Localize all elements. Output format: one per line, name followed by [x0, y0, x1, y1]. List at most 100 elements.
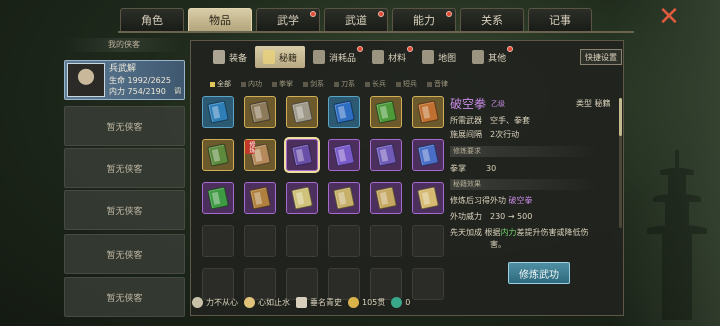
tab-5[interactable]: 关系: [460, 8, 524, 31]
item-slot[interactable]: [286, 182, 318, 214]
item-slot[interactable]: [328, 139, 360, 171]
effect-learn: 修炼后习得外功 破空拳: [450, 196, 533, 205]
subtab-1[interactable]: 秘籍: [255, 46, 306, 68]
subtab-3[interactable]: 材料: [364, 46, 414, 68]
item-slot[interactable]: [244, 96, 276, 128]
arm-icon: [192, 296, 203, 308]
subtab-0[interactable]: 装备: [205, 46, 255, 68]
tab-label: 武学: [277, 14, 299, 27]
empty-slot[interactable]: [202, 225, 234, 257]
sword-icon: [213, 50, 225, 64]
subtab-2[interactable]: 消耗品: [305, 46, 364, 68]
map-icon: [422, 50, 435, 64]
effects-header: 秘籍效果: [450, 179, 600, 190]
filter-6[interactable]: 短兵: [391, 78, 422, 90]
effect-power: 外功威力 230 → 500: [450, 212, 533, 221]
hero-list-header: 我的侠客: [64, 38, 184, 52]
book-icon: [417, 186, 439, 210]
tab-1[interactable]: 物品: [188, 8, 252, 31]
item-slot[interactable]: [370, 96, 402, 128]
hero-slot-active[interactable]: 兵武解 生命 1992/2625 内力 754/2190 调: [64, 60, 185, 100]
item-slot[interactable]: [328, 96, 360, 128]
hero-avatar: [67, 63, 105, 97]
item-slot[interactable]: [412, 96, 444, 128]
tab-label: 关系: [481, 14, 503, 27]
quick-settings-button[interactable]: 快捷设置: [580, 49, 622, 65]
train-skill-button[interactable]: 修炼武功: [508, 262, 570, 284]
money: 105贯: [348, 296, 385, 308]
book-icon: [207, 100, 229, 124]
hero-slot-empty[interactable]: 暂无侠客: [64, 277, 185, 317]
item-slot[interactable]: [202, 96, 234, 128]
filter-0[interactable]: 全部: [205, 78, 236, 90]
subtab-5[interactable]: 其他: [464, 46, 514, 68]
item-slot[interactable]: [244, 182, 276, 214]
filter-label: 全部: [217, 80, 231, 88]
potion-icon: [313, 50, 326, 64]
filter-7[interactable]: 音律: [422, 78, 453, 90]
item-slot[interactable]: [328, 182, 360, 214]
close-icon[interactable]: ✕: [656, 4, 682, 30]
notification-dot: [507, 46, 514, 52]
empty-slot[interactable]: [370, 225, 402, 257]
filter-3[interactable]: 剑系: [298, 78, 329, 90]
item-grade: 乙级: [491, 100, 505, 108]
book-icon: [417, 143, 439, 167]
filter-checkbox: [303, 81, 308, 87]
hero-slot-empty[interactable]: 暂无侠客: [64, 106, 185, 146]
notification-dot: [407, 46, 414, 52]
training-tag: 修炼: [245, 140, 255, 154]
coin-icon: [348, 296, 359, 308]
empty-slot[interactable]: [244, 225, 276, 257]
item-slot[interactable]: [286, 96, 318, 128]
other-icon: [472, 50, 485, 64]
subtab-4[interactable]: 地图: [414, 46, 464, 68]
filter-5[interactable]: 长兵: [360, 78, 391, 90]
notification-dot: [310, 11, 316, 17]
tab-4[interactable]: 能力: [392, 8, 456, 31]
empty-slot[interactable]: [412, 268, 444, 300]
tab-label: 记事: [549, 14, 571, 27]
item-slot[interactable]: [284, 137, 320, 173]
scroll-icon: [296, 296, 307, 308]
hero-slot-empty[interactable]: 暂无侠客: [64, 190, 185, 230]
requirements-header: 修炼要求: [450, 146, 600, 157]
tab-3[interactable]: 武道: [324, 8, 388, 31]
tab-label: 武道: [345, 14, 367, 27]
item-slot[interactable]: [202, 182, 234, 214]
grid-scrollbar-thumb[interactable]: [619, 98, 622, 136]
notification-dot: [357, 46, 364, 52]
tab-0[interactable]: 角色: [120, 8, 184, 31]
item-category-tabs: 装备 秘籍 消耗品 材料 地图 其他: [205, 46, 514, 68]
hero-slot-empty[interactable]: 暂无侠客: [64, 148, 185, 188]
item-slot[interactable]: [202, 139, 234, 171]
fame[interactable]: 垂名青史: [296, 296, 342, 308]
subtab-label: 地图: [438, 53, 457, 64]
trait-calm[interactable]: 心如止水: [244, 296, 290, 308]
item-slot[interactable]: [412, 139, 444, 171]
filter-checkbox: [334, 81, 339, 87]
filter-label: 拳掌: [279, 80, 293, 88]
item-slot[interactable]: 修炼: [244, 139, 276, 171]
tab-6[interactable]: 记事: [528, 8, 592, 31]
empty-slot[interactable]: [286, 225, 318, 257]
empty-slot[interactable]: [328, 225, 360, 257]
filter-1[interactable]: 内功: [236, 78, 267, 90]
gems: 0: [391, 296, 410, 308]
filter-2[interactable]: 拳掌: [267, 78, 298, 90]
book-icon: [333, 186, 355, 210]
book-icon: [207, 186, 229, 210]
item-type: 类型 秘籍: [576, 99, 611, 108]
filter-checkbox: [272, 81, 277, 87]
item-slot[interactable]: [412, 182, 444, 214]
trait-weak[interactable]: 力不从心: [192, 296, 238, 308]
item-grid: 修炼: [202, 96, 444, 300]
item-slot[interactable]: [370, 182, 402, 214]
empty-slot[interactable]: [412, 225, 444, 257]
item-slot[interactable]: [370, 139, 402, 171]
filter-4[interactable]: 刀系: [329, 78, 360, 90]
hero-slot-empty[interactable]: 暂无侠客: [64, 234, 185, 274]
filter-label: 剑系: [310, 80, 324, 88]
tab-2[interactable]: 武学: [256, 8, 320, 31]
filter-label: 短兵: [403, 80, 417, 88]
